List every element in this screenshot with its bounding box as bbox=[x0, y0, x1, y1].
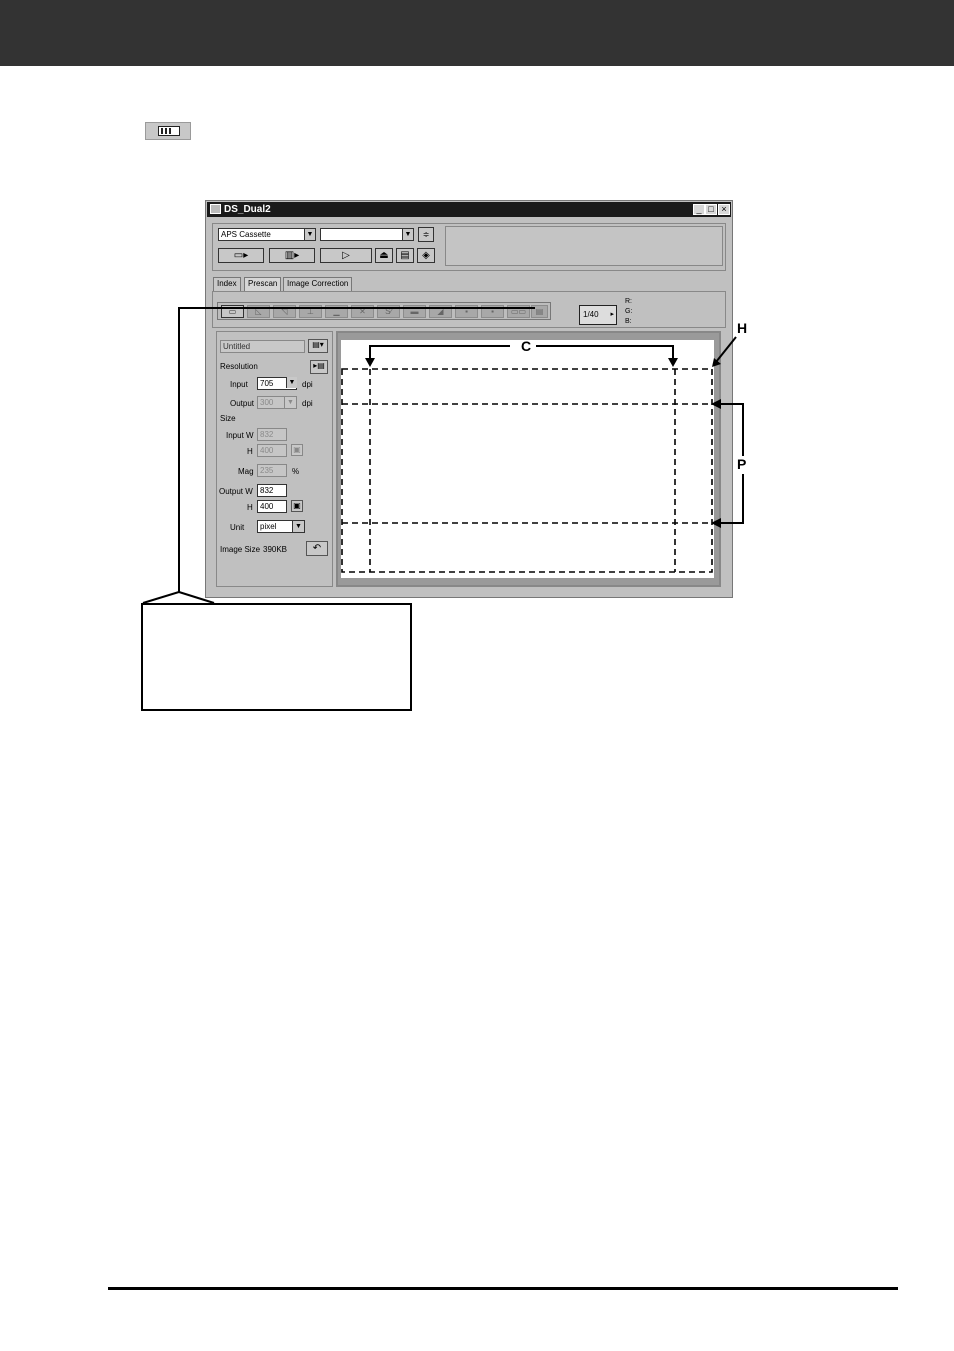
callout-label-h: H bbox=[737, 320, 748, 336]
callout-label-p: P bbox=[737, 456, 747, 472]
footer-rule bbox=[108, 1287, 898, 1290]
c-bracket-right bbox=[536, 345, 674, 358]
arrow-down-icon bbox=[365, 358, 375, 367]
h-pointer-line bbox=[715, 336, 737, 363]
callout-label-c: C bbox=[521, 338, 532, 354]
callout-box bbox=[141, 603, 412, 711]
callout-leader-line-right bbox=[178, 591, 215, 604]
arrow-pointer-icon bbox=[712, 358, 721, 367]
p-bracket-top bbox=[718, 403, 744, 456]
c-bracket-left bbox=[369, 345, 510, 358]
scan-area-boundary bbox=[341, 368, 713, 573]
arrow-down-icon bbox=[668, 358, 678, 367]
callout-leader-line bbox=[142, 307, 535, 604]
p-bracket-bottom bbox=[718, 474, 744, 524]
